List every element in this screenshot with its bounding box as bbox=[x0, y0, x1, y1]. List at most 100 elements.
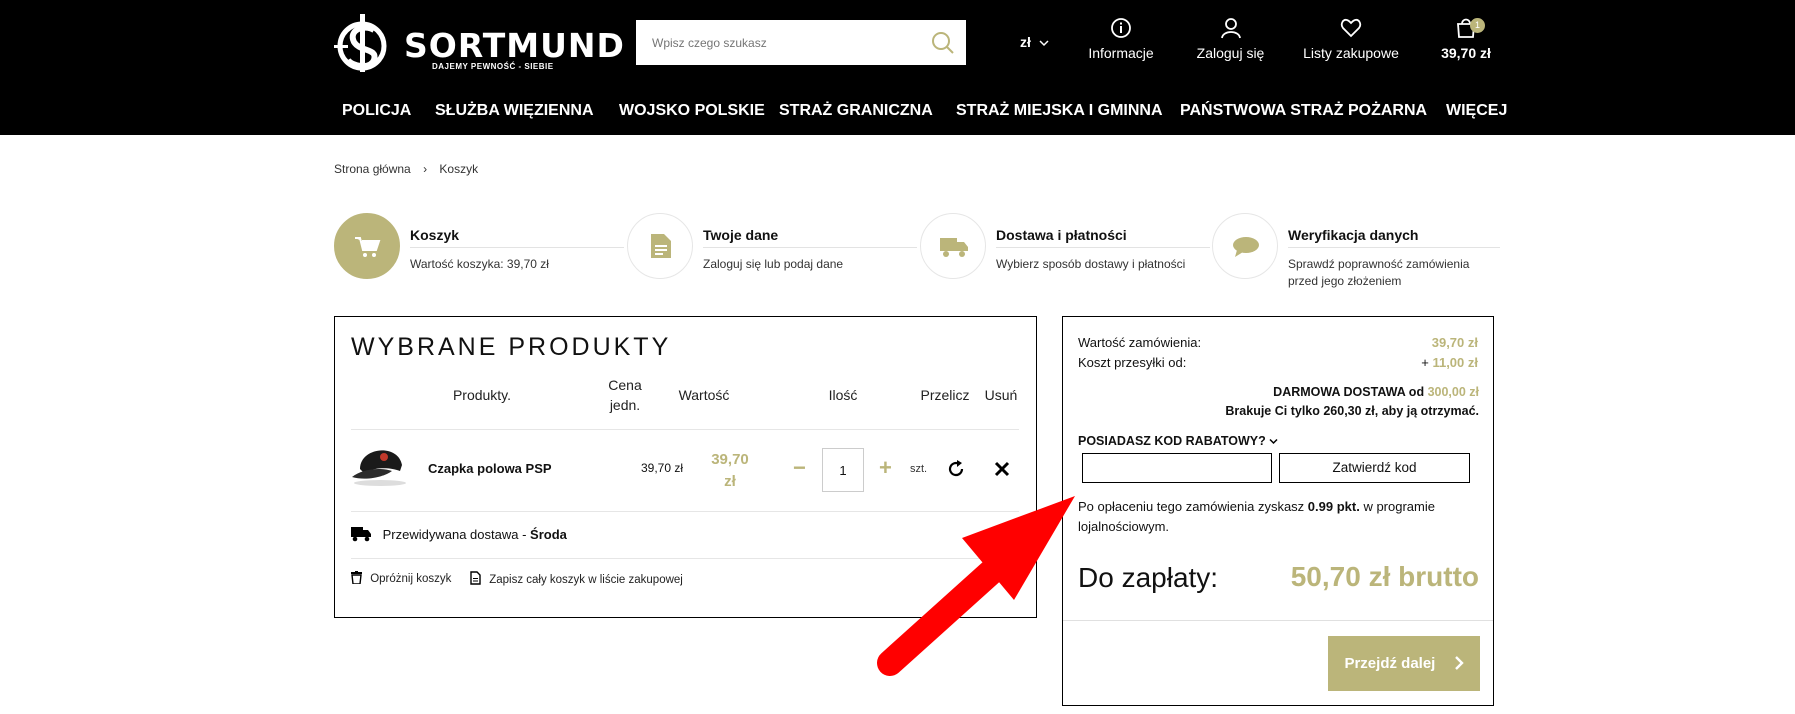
breadcrumb-current: Koszyk bbox=[439, 162, 479, 176]
loyalty-info: Po opłaceniu tego zamówienia zyskasz 0.9… bbox=[1078, 497, 1478, 537]
step-divider bbox=[410, 247, 624, 248]
product-unit-price: 39,70 zł bbox=[641, 461, 684, 475]
summary-panel: Wartość zamówienia: 39,70 zł Koszt przes… bbox=[1062, 316, 1494, 706]
nav-item-sluzba-wiezienna[interactable]: SŁUŻBA WIĘZIENNA bbox=[435, 93, 594, 135]
nav-item-wiecej[interactable]: WIĘCEJ bbox=[1446, 93, 1507, 135]
product-name[interactable]: Czapka polowa PSP bbox=[428, 461, 552, 476]
header-login[interactable]: Zaloguj się bbox=[1193, 17, 1268, 67]
user-icon bbox=[1220, 18, 1241, 39]
apply-code-button[interactable]: Zatwierdź kod bbox=[1279, 453, 1470, 483]
search-box bbox=[636, 20, 966, 65]
product-value-amount: 39,70 bbox=[711, 451, 749, 468]
col-unit-price-l2: jedn. bbox=[609, 397, 641, 413]
discount-label: POSIADASZ KOD RABATOWY? bbox=[1078, 434, 1266, 448]
product-value: 39,70 zł bbox=[705, 449, 755, 493]
product-thumbnail-cap[interactable] bbox=[350, 439, 412, 489]
logo-dollar-icon bbox=[334, 14, 387, 72]
save-cart-link[interactable]: Zapisz cały koszyk w liście zakupowej bbox=[470, 571, 683, 586]
trash-icon bbox=[351, 571, 362, 585]
remove-icon[interactable] bbox=[994, 461, 1010, 477]
empty-cart-link[interactable]: Opróżnij koszyk bbox=[351, 571, 451, 585]
search-input[interactable] bbox=[637, 21, 917, 64]
col-product: Produkty. bbox=[452, 387, 512, 403]
save-cart-label: Zapisz cały koszyk w liście zakupowej bbox=[489, 574, 683, 586]
qty-unit: szt. bbox=[910, 463, 928, 475]
header-info[interactable]: Informacje bbox=[1086, 17, 1156, 67]
currency-label: zł bbox=[1020, 34, 1031, 50]
cart-icon bbox=[355, 237, 381, 257]
step-title-cart: Koszyk bbox=[410, 227, 460, 243]
loyalty-line2: lojalnościowym. bbox=[1078, 519, 1170, 534]
delivery-day: Środa bbox=[530, 527, 567, 542]
nav-item-straz-graniczna[interactable]: STRAŻ GRANICZNA bbox=[779, 93, 933, 135]
currency-select[interactable]: zł bbox=[1020, 34, 1049, 50]
refresh-icon[interactable] bbox=[947, 460, 965, 478]
brand-name: SORTMUND bbox=[404, 26, 625, 65]
order-value: 39,70 zł bbox=[1431, 335, 1478, 350]
qty-increase-button[interactable]: + bbox=[879, 455, 892, 481]
proceed-label: Przejdź dalej bbox=[1344, 655, 1436, 672]
nav-item-policja[interactable]: POLICJA bbox=[342, 93, 411, 135]
step-title-data: Twoje dane bbox=[703, 227, 779, 243]
col-remove: Usuń bbox=[984, 387, 1018, 403]
total-value: 50,70 zł brutto bbox=[1290, 561, 1479, 592]
order-value-label: Wartość zamówienia: bbox=[1078, 335, 1202, 350]
row-divider bbox=[351, 558, 1019, 559]
free-shipping-info: DARMOWA DOSTAWA od 300,00 zł bbox=[1273, 385, 1479, 399]
step-divider bbox=[703, 247, 917, 248]
step-circle-cart bbox=[334, 213, 400, 279]
step-divider bbox=[996, 247, 1210, 248]
products-title: WYBRANE PRODUKTY bbox=[351, 333, 672, 361]
breadcrumb-separator: › bbox=[423, 162, 428, 176]
step-sub-verify-line2: przed jego złożeniem bbox=[1288, 274, 1402, 288]
empty-cart-label: Opróżnij koszyk bbox=[370, 573, 452, 585]
free-shipping-threshold: 300,00 zł bbox=[1427, 385, 1479, 399]
header-cart[interactable]: 1 39,70 zł bbox=[1440, 17, 1492, 67]
step-sub-verify: Sprawdź poprawność zamówienia przed jego… bbox=[1288, 256, 1469, 290]
step-circle-verify bbox=[1212, 213, 1278, 279]
step-circle-delivery bbox=[920, 213, 986, 279]
header-lists-label: Listy zakupowe bbox=[1303, 45, 1399, 61]
cart-badge: 1 bbox=[1470, 18, 1485, 33]
col-value: Wartość bbox=[678, 387, 730, 403]
truck-icon bbox=[940, 238, 968, 257]
product-value-currency: zł bbox=[724, 473, 736, 490]
info-icon bbox=[1111, 18, 1131, 38]
document-icon bbox=[651, 234, 671, 258]
nav-item-straz-miejska[interactable]: STRAŻ MIEJSKA I GMINNA bbox=[956, 93, 1163, 135]
logo[interactable]: SORTMUND DAJEMY PEWNOŚĆ - SIEBIE bbox=[334, 12, 624, 82]
discount-code-input[interactable] bbox=[1082, 453, 1272, 483]
step-sub-cart: Wartość koszyka: 39,70 zł bbox=[410, 257, 549, 271]
header-lists[interactable]: Listy zakupowe bbox=[1302, 17, 1400, 67]
header-info-label: Informacje bbox=[1088, 45, 1154, 61]
discount-toggle[interactable]: POSIADASZ KOD RABATOWY? bbox=[1078, 434, 1278, 448]
shipping-cost: + 11,00 zł bbox=[1421, 353, 1478, 373]
chat-icon bbox=[1233, 237, 1259, 257]
brand-tagline: DAJEMY PEWNOŚĆ - SIEBIE bbox=[432, 62, 554, 71]
proceed-button[interactable]: Przejdź dalej bbox=[1328, 636, 1480, 691]
delivery-label: Przewidywana dostawa - bbox=[382, 527, 531, 542]
summary-divider bbox=[1063, 620, 1493, 621]
total-label: Do zapłaty: bbox=[1078, 562, 1219, 593]
step-divider bbox=[1288, 247, 1500, 248]
qty-input[interactable]: 1 bbox=[822, 448, 864, 492]
shipping-prefix: + bbox=[1421, 355, 1433, 370]
col-unit-price: Cena jedn. bbox=[605, 375, 645, 415]
nav-item-wojsko-polskie[interactable]: WOJSKO POLSKIE bbox=[619, 93, 765, 135]
col-unit-price-l1: Cena bbox=[608, 377, 642, 393]
loyalty-post: w programie bbox=[1359, 499, 1435, 514]
nav-item-psp[interactable]: PAŃSTWOWA STRAŻ POŻARNA bbox=[1180, 93, 1427, 135]
search-icon[interactable] bbox=[931, 31, 955, 55]
qty-decrease-button[interactable]: − bbox=[793, 455, 806, 481]
main-nav: POLICJA SŁUŻBA WIĘZIENNA WOJSKO POLSKIE … bbox=[0, 93, 1795, 135]
delivery-estimate: Przewidywana dostawa - Środa bbox=[351, 526, 567, 542]
document-icon bbox=[470, 571, 481, 585]
loyalty-points: 0.99 pkt. bbox=[1307, 499, 1360, 514]
top-header: SORTMUND DAJEMY PEWNOŚĆ - SIEBIE zł Info… bbox=[0, 0, 1795, 93]
step-circle-data bbox=[627, 213, 693, 279]
step-title-verify: Weryfikacja danych bbox=[1288, 227, 1419, 243]
col-qty: Ilość bbox=[828, 387, 858, 403]
order-value-row: Wartość zamówienia: 39,70 zł bbox=[1078, 333, 1478, 353]
heart-icon bbox=[1340, 18, 1362, 38]
breadcrumb-home[interactable]: Strona główna bbox=[334, 162, 411, 176]
